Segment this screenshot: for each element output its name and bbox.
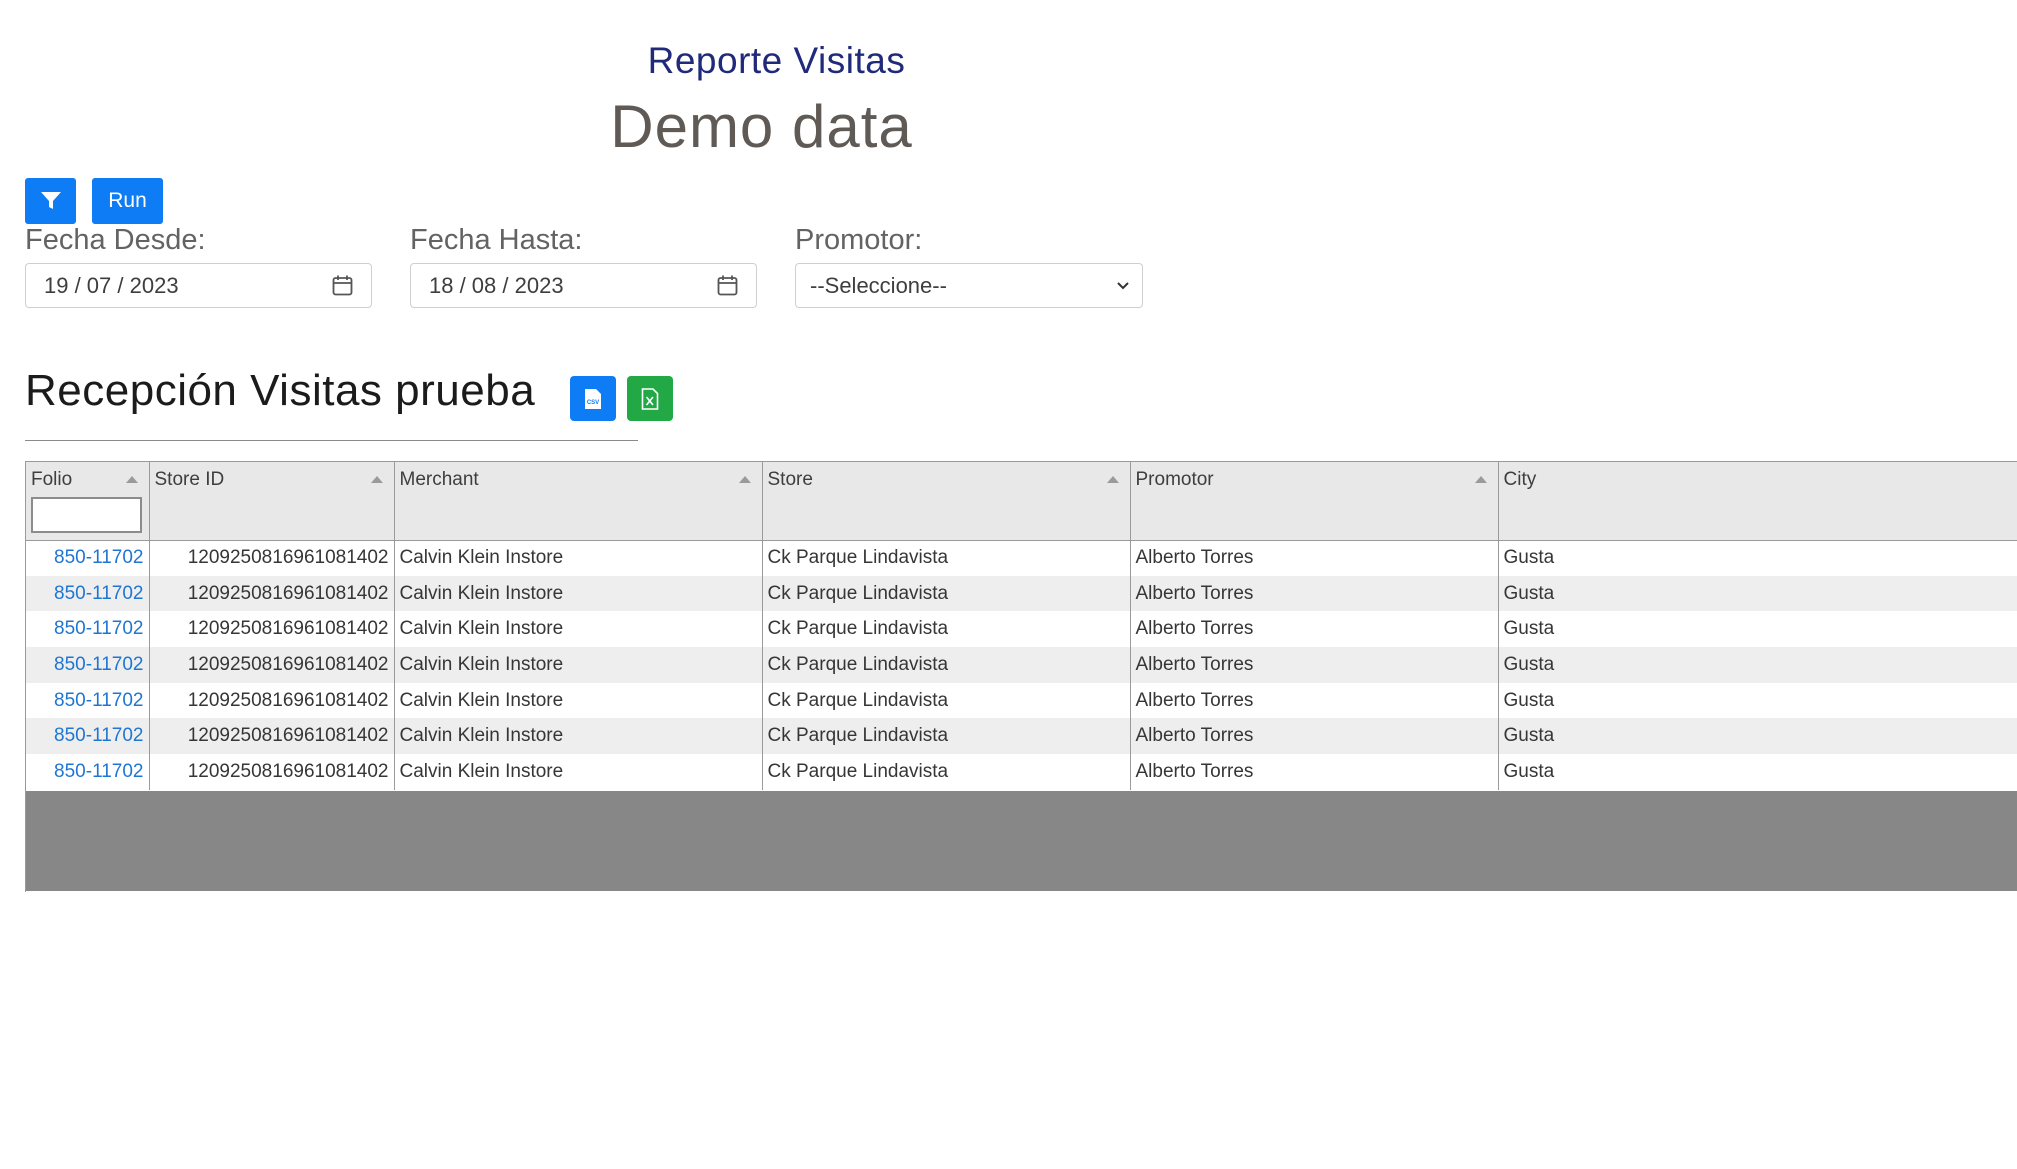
- svg-text:CSV: CSV: [587, 400, 599, 406]
- column-header-store[interactable]: Store: [762, 462, 1131, 541]
- city-cell: Gusta: [1498, 682, 2017, 719]
- table-row[interactable]: 850-11702 1209250816961081402 Calvin Kle…: [26, 682, 2017, 719]
- store-cell: Ck Parque Lindavista: [762, 575, 1131, 612]
- fecha-hasta-value: 18 / 08 / 2023: [429, 272, 564, 298]
- folio-link[interactable]: 850-11702: [26, 540, 150, 576]
- city-cell: Gusta: [1498, 647, 2017, 683]
- store-cell: Ck Parque Lindavista: [762, 682, 1131, 719]
- column-header-label: Promotor: [1135, 469, 1214, 490]
- table-row[interactable]: 850-11702 1209250816961081402 Calvin Kle…: [26, 540, 2017, 576]
- city-cell: Gusta: [1498, 540, 2017, 576]
- column-header-label: Merchant: [399, 469, 479, 490]
- folio-link[interactable]: 850-11702: [26, 682, 150, 719]
- merchant-cell: Calvin Klein Instore: [394, 754, 763, 790]
- promotor-cell: Alberto Torres: [1130, 575, 1499, 612]
- run-button[interactable]: Run: [92, 178, 163, 224]
- merchant-cell: Calvin Klein Instore: [394, 718, 763, 755]
- city-cell: Gusta: [1498, 718, 2017, 755]
- excel-file-icon: [641, 387, 659, 410]
- promotor-cell: Alberto Torres: [1130, 540, 1499, 576]
- column-header-merchant[interactable]: Merchant: [394, 462, 763, 541]
- city-cell: Gusta: [1498, 754, 2017, 790]
- calendar-icon[interactable]: [332, 275, 353, 296]
- promotor-cell: Alberto Torres: [1130, 718, 1499, 755]
- folio-link[interactable]: 850-11702: [26, 575, 150, 612]
- merchant-cell: Calvin Klein Instore: [394, 682, 763, 719]
- table-row[interactable]: 850-11702 1209250816961081402 Calvin Kle…: [26, 754, 2017, 790]
- city-cell: Gusta: [1498, 575, 2017, 612]
- table-header-row: Folio Store ID Merchant Store Promotor C…: [26, 462, 2017, 541]
- store-cell: Ck Parque Lindavista: [762, 540, 1131, 576]
- promotor-select[interactable]: --Seleccione--: [795, 263, 1143, 308]
- app-title: Reporte Visitas: [647, 40, 906, 81]
- promotor-select-value: --Seleccione--: [810, 272, 947, 298]
- promotor-label: Promotor:: [795, 224, 923, 256]
- store-cell: Ck Parque Lindavista: [762, 611, 1131, 648]
- folio-link[interactable]: 850-11702: [26, 611, 150, 648]
- store-id-cell: 1209250816961081402: [149, 611, 395, 648]
- sort-asc-icon[interactable]: [738, 476, 751, 483]
- merchant-cell: Calvin Klein Instore: [394, 611, 763, 648]
- column-header-label: City: [1503, 469, 1537, 490]
- sort-asc-icon[interactable]: [1106, 476, 1119, 483]
- data-grid: Folio Store ID Merchant Store Promotor C…: [25, 461, 2017, 892]
- promotor-cell: Alberto Torres: [1130, 682, 1499, 719]
- promotor-cell: Alberto Torres: [1130, 647, 1499, 683]
- table-row[interactable]: 850-11702 1209250816961081402 Calvin Kle…: [26, 575, 2017, 612]
- csv-file-icon: CSV: [585, 388, 601, 409]
- city-cell: Gusta: [1498, 611, 2017, 648]
- fecha-desde-value: 19 / 07 / 2023: [44, 272, 179, 298]
- merchant-cell: Calvin Klein Instore: [394, 647, 763, 683]
- chevron-down-icon: [1117, 281, 1129, 289]
- table-row[interactable]: 850-11702 1209250816961081402 Calvin Kle…: [26, 647, 2017, 683]
- export-csv-button[interactable]: CSV: [570, 376, 616, 421]
- page-subtitle: Demo data: [610, 93, 913, 160]
- promotor-cell: Alberto Torres: [1130, 754, 1499, 790]
- store-id-cell: 1209250816961081402: [149, 682, 395, 719]
- section-title: Recepción Visitas prueba: [25, 366, 536, 415]
- store-cell: Ck Parque Lindavista: [762, 647, 1131, 683]
- promotor-cell: Alberto Torres: [1130, 611, 1499, 648]
- folio-filter-input[interactable]: [31, 497, 142, 533]
- sort-asc-icon[interactable]: [370, 476, 383, 483]
- column-header-label: Folio: [31, 469, 73, 490]
- visits-table: Folio Store ID Merchant Store Promotor C…: [26, 462, 2017, 790]
- section-divider: [25, 440, 638, 441]
- column-header-folio[interactable]: Folio: [26, 462, 150, 541]
- fecha-hasta-label: Fecha Hasta:: [410, 224, 583, 256]
- store-id-cell: 1209250816961081402: [149, 718, 395, 755]
- calendar-icon[interactable]: [717, 275, 738, 296]
- store-id-cell: 1209250816961081402: [149, 540, 395, 576]
- column-header-label: Store ID: [154, 469, 225, 490]
- fecha-desde-input[interactable]: 19 / 07 / 2023: [25, 263, 372, 308]
- store-id-cell: 1209250816961081402: [149, 754, 395, 790]
- filter-button[interactable]: [25, 178, 76, 224]
- export-excel-button[interactable]: [627, 376, 673, 421]
- column-header-city[interactable]: City: [1498, 462, 2017, 541]
- fecha-hasta-input[interactable]: 18 / 08 / 2023: [410, 263, 757, 308]
- table-body: 850-11702 1209250816961081402 Calvin Kle…: [26, 540, 2017, 790]
- table-row[interactable]: 850-11702 1209250816961081402 Calvin Kle…: [26, 611, 2017, 648]
- merchant-cell: Calvin Klein Instore: [394, 540, 763, 576]
- table-row[interactable]: 850-11702 1209250816961081402 Calvin Kle…: [26, 718, 2017, 755]
- funnel-icon: [40, 192, 61, 209]
- folio-link[interactable]: 850-11702: [26, 718, 150, 755]
- folio-link[interactable]: 850-11702: [26, 647, 150, 683]
- column-header-label: Store: [767, 469, 813, 490]
- column-header-promotor[interactable]: Promotor: [1130, 462, 1499, 541]
- sort-asc-icon[interactable]: [1474, 476, 1487, 483]
- merchant-cell: Calvin Klein Instore: [394, 575, 763, 612]
- folio-link[interactable]: 850-11702: [26, 754, 150, 790]
- fecha-desde-label: Fecha Desde:: [25, 224, 206, 256]
- sort-asc-icon[interactable]: [125, 476, 138, 483]
- store-id-cell: 1209250816961081402: [149, 575, 395, 612]
- column-header-store-id[interactable]: Store ID: [149, 462, 395, 541]
- store-cell: Ck Parque Lindavista: [762, 718, 1131, 755]
- store-id-cell: 1209250816961081402: [149, 647, 395, 683]
- store-cell: Ck Parque Lindavista: [762, 754, 1131, 790]
